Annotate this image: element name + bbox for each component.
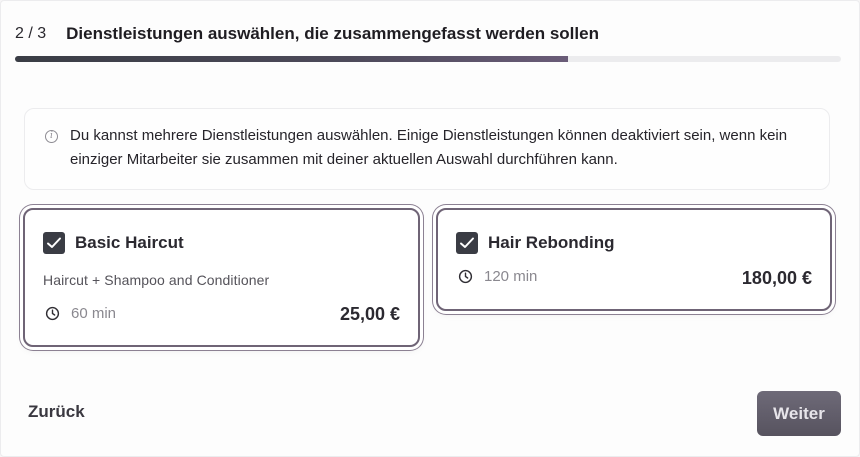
service-description: Haircut + Shampoo and Conditioner bbox=[43, 272, 270, 288]
clock-icon bbox=[45, 306, 60, 321]
duration-row: 60 min bbox=[45, 305, 116, 322]
service-card-basic-haircut[interactable]: Basic Haircut Haircut + Shampoo and Cond… bbox=[23, 208, 420, 347]
info-icon: i bbox=[45, 130, 58, 143]
info-text: Du kannst mehrere Dienstleistungen auswä… bbox=[70, 127, 788, 168]
progress-bar bbox=[15, 56, 841, 62]
check-icon bbox=[47, 237, 61, 248]
clock-icon bbox=[458, 269, 473, 284]
service-price: 180,00 € bbox=[741, 268, 812, 288]
service-duration: 120 min bbox=[484, 268, 538, 285]
next-button[interactable]: Weiter bbox=[757, 391, 841, 436]
check-icon bbox=[460, 237, 474, 248]
service-name: Hair Rebonding bbox=[488, 233, 615, 252]
service-selection-panel: 2 / 3 Dienstleistungen auswählen, die zu… bbox=[0, 0, 860, 457]
page-title: Dienstleistungen auswählen, die zusammen… bbox=[66, 24, 599, 43]
duration-row: 120 min bbox=[458, 268, 537, 285]
progress-fill bbox=[15, 56, 569, 62]
info-box: i Du kannst mehrere Dienstleistungen aus… bbox=[24, 108, 830, 190]
service-card-hair-rebonding[interactable]: Hair Rebonding 120 min 180,00 € bbox=[436, 208, 832, 311]
step-header: 2 / 3 Dienstleistungen auswählen, die zu… bbox=[15, 23, 599, 45]
service-price: 25,00 € bbox=[339, 304, 400, 324]
back-button[interactable]: Zurück bbox=[28, 402, 85, 422]
step-indicator: 2 / 3 bbox=[15, 25, 47, 42]
service-checkbox[interactable] bbox=[43, 232, 65, 254]
service-name: Basic Haircut bbox=[75, 233, 184, 252]
service-duration: 60 min bbox=[71, 305, 117, 322]
service-checkbox[interactable] bbox=[456, 232, 478, 254]
